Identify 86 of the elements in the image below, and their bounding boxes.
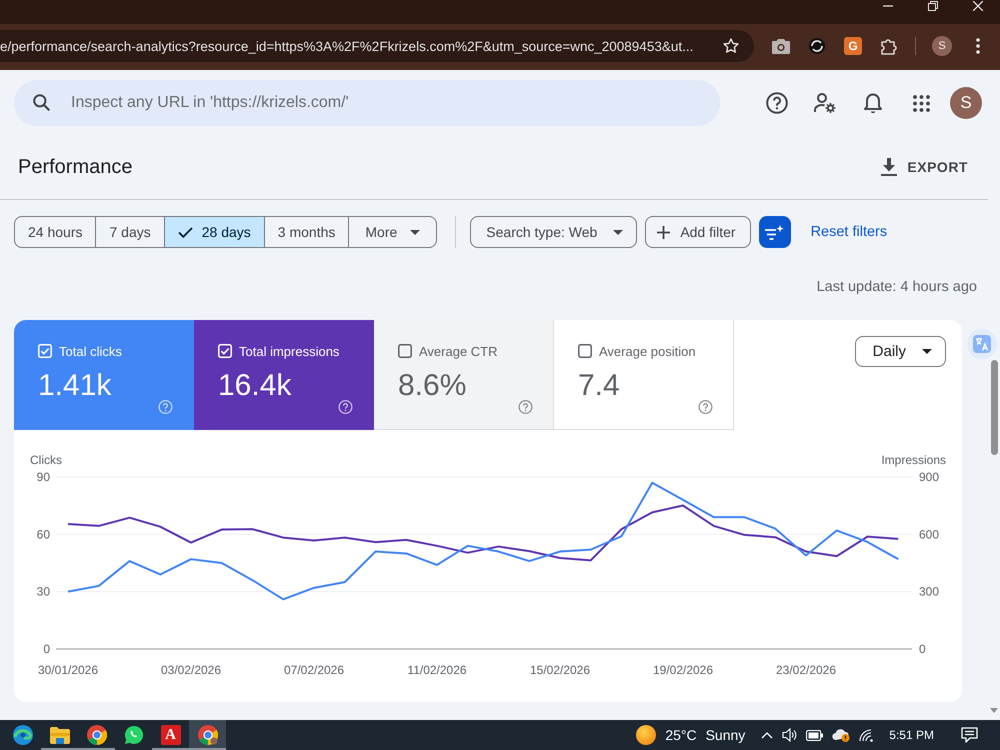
address-bar[interactable]: e/performance/search-analytics?resource_id=https%3A%2F%2Fkrizels.com%2F&utm_source=wnc_20089453&ut... xyxy=(0,30,754,62)
axis-tick-label: 0 xyxy=(43,642,50,656)
taskbar-app-button[interactable] xyxy=(189,720,226,750)
date-range-tab[interactable]: 3 months xyxy=(264,216,350,248)
battery-icon[interactable] xyxy=(806,730,824,740)
date-tick-label: 03/02/2026 xyxy=(160,663,222,677)
profile-button[interactable]: S xyxy=(932,36,952,56)
date-tick-label: 23/02/2026 xyxy=(776,663,836,677)
puzzle-icon[interactable] xyxy=(880,37,898,55)
speaker-icon[interactable] xyxy=(782,728,798,742)
search-icon xyxy=(33,94,50,111)
cloud-warning-icon[interactable] xyxy=(832,728,850,742)
circle-logo-icon xyxy=(86,725,106,745)
page-title: Performance xyxy=(18,156,132,178)
axis-title: Clicks xyxy=(30,453,62,467)
granularity-dropdown[interactable]: Daily xyxy=(854,336,946,367)
person-gear-icon[interactable] xyxy=(814,93,836,113)
sun-icon xyxy=(636,725,656,745)
download-icon xyxy=(881,158,898,176)
plus-icon xyxy=(657,226,670,238)
more-options-icon[interactable] xyxy=(976,38,980,54)
wifi-icon[interactable] xyxy=(859,728,874,742)
axis-tick-label: 300 xyxy=(919,584,940,599)
date-range-tab[interactable]: 7 days xyxy=(96,216,165,248)
axis-tick-label: 0 xyxy=(919,642,926,656)
camera-icon[interactable] xyxy=(772,38,790,54)
notification-icon[interactable] xyxy=(961,727,978,743)
axis-tick-label: 900 xyxy=(919,470,940,484)
date-tick-label: 19/02/2026 xyxy=(652,663,714,677)
clock-text[interactable]: 5:51 PM xyxy=(889,728,934,742)
letter-logo: A xyxy=(160,725,180,745)
axis-tick-label: 30 xyxy=(36,584,50,599)
circle-logo-icon xyxy=(198,725,218,745)
temperature-text: 25°C xyxy=(665,727,697,743)
metric-label: Total impressions xyxy=(239,344,340,358)
chat-bubble-icon xyxy=(124,725,144,745)
account-avatar[interactable]: S xyxy=(950,87,982,119)
checkbox[interactable] xyxy=(578,344,592,358)
wave-logo-icon xyxy=(12,725,32,745)
date-tick-label: 15/02/2026 xyxy=(530,663,590,677)
axis-tick-label: 600 xyxy=(919,527,940,542)
restore-icon[interactable] xyxy=(928,0,938,10)
date-range-tab[interactable]: More xyxy=(349,216,438,248)
apps-icon[interactable] xyxy=(912,94,930,112)
metric-value: 7.4 xyxy=(578,369,621,403)
date-tick-label: 07/02/2026 xyxy=(284,663,344,677)
scrollbar-thumb[interactable] xyxy=(990,360,998,455)
export-button[interactable]: EXPORT xyxy=(869,149,980,185)
metric-value: 1.41k xyxy=(38,369,112,403)
scroll-down-arrow-icon[interactable] xyxy=(990,708,998,713)
help-icon[interactable] xyxy=(766,92,788,114)
bell-icon[interactable] xyxy=(864,92,882,114)
search-type-dropdown[interactable]: Search type: Web xyxy=(470,216,638,248)
help-icon[interactable] xyxy=(698,400,713,414)
folder-icon xyxy=(50,726,70,744)
star-icon[interactable] xyxy=(723,38,739,54)
caret-icon xyxy=(922,349,932,354)
axis-tick-label: 60 xyxy=(36,527,50,542)
metric-value: 8.6% xyxy=(398,369,468,403)
last-update-text: Last update: 4 hours ago xyxy=(816,278,977,297)
axis-tick-label: 90 xyxy=(36,470,50,484)
chevron-up-icon[interactable] xyxy=(761,732,774,738)
caret-icon xyxy=(613,230,624,234)
minimize-icon[interactable] xyxy=(882,4,892,6)
metric-label: Total clicks xyxy=(59,344,122,358)
weather-condition-text: Sunny xyxy=(706,727,746,743)
date-range-tab[interactable]: 24 hours xyxy=(14,216,96,248)
caret-icon xyxy=(410,230,420,234)
metric-label: Average position xyxy=(599,344,696,358)
metric-tile[interactable]: Average position 7.4 xyxy=(554,320,734,430)
metric-tile[interactable]: Average CTR 8.6% xyxy=(374,320,554,430)
metric-label: Average CTR xyxy=(419,344,498,358)
add-filter-button[interactable]: Add filter xyxy=(645,216,751,248)
filter-sparkle-icon xyxy=(765,224,784,240)
axis-title: Impressions xyxy=(881,453,946,467)
date-range-tab[interactable]: 28 days xyxy=(164,216,265,248)
close-icon[interactable] xyxy=(972,0,982,10)
date-tick-label: 30/01/2026 xyxy=(38,663,98,677)
checkbox[interactable] xyxy=(398,344,412,358)
check-icon xyxy=(178,226,193,238)
reset-filters-link[interactable]: Reset filters xyxy=(810,224,888,240)
date-tick-label: 11/02/2026 xyxy=(407,663,467,677)
metric-value: 16.4k xyxy=(218,369,292,403)
filter-button[interactable] xyxy=(758,216,791,248)
search-field[interactable]: Inspect any URL in 'https://krizels.com/' xyxy=(14,80,720,126)
loop-icon[interactable] xyxy=(808,37,826,55)
